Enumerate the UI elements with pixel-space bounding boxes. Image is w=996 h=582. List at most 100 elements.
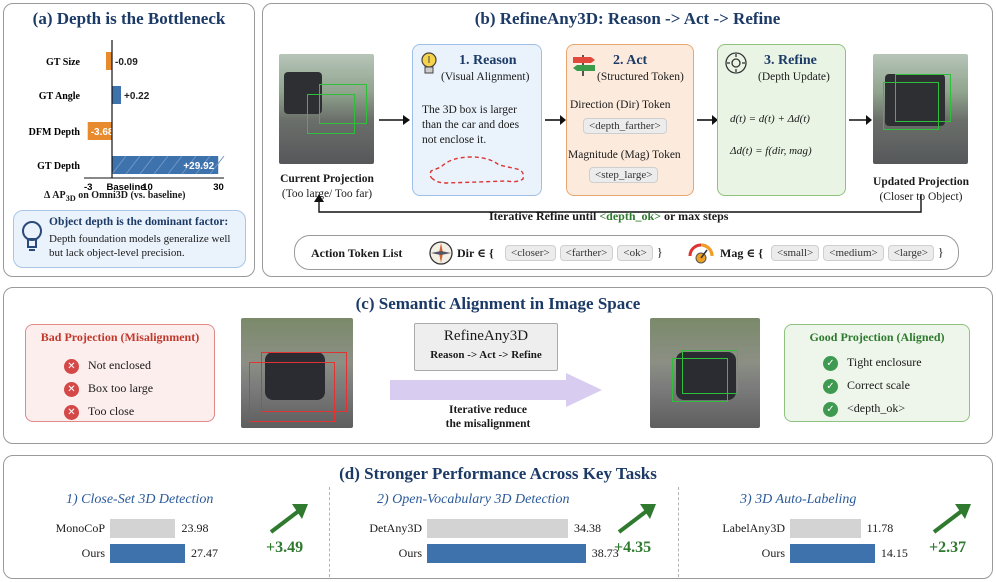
dir-token-label: Direction (Dir) Token	[570, 99, 671, 111]
good-item-text: Correct scale	[847, 378, 910, 392]
arrow-right-icon	[379, 115, 410, 125]
dir-set-label: Dir ∈ {	[457, 246, 494, 260]
reason-step-box: 1. Reason (Visual Alignment) The 3D box …	[412, 44, 542, 196]
refine-step-box: 3. Refine (Depth Update) d(t) = d(t) + Δ…	[717, 44, 846, 196]
current-projection-image	[279, 54, 374, 164]
bad-projection-image	[241, 318, 353, 428]
gear-cycle-icon	[725, 52, 747, 74]
car-outline-icon	[429, 156, 525, 184]
panel-c-title: (c) Semantic Alignment in Image Space	[355, 294, 641, 313]
depth-row-label: GT Size	[46, 57, 81, 68]
chart-subtitle: 3) 3D Auto-Labeling	[740, 492, 857, 507]
act-sub: (Structured Token)	[597, 71, 684, 83]
bar-value-label: 34.38	[573, 521, 601, 535]
signpost-icon	[573, 55, 595, 76]
x-circle-icon: ✕	[64, 381, 79, 397]
dir-token-closer: <closer>	[505, 245, 556, 261]
refine-sub: (Depth Update)	[758, 71, 830, 83]
x-circle-icon: ✕	[64, 358, 79, 374]
gain-label: +4.35	[614, 539, 652, 556]
depth-note-box: Object depth is the dominant factor: Dep…	[13, 210, 246, 268]
mag-token-chips: <small> <medium> <large> }	[771, 243, 944, 261]
refine-title: 3. Refine	[764, 53, 817, 68]
bar-category-label: MonoCoP	[55, 521, 105, 535]
dir-token-farther: <farther>	[559, 245, 614, 261]
performance-bar	[110, 519, 176, 538]
depth-row-label: GT Depth	[37, 161, 80, 172]
reason-sub: (Visual Alignment)	[441, 71, 530, 83]
bar-category-label: Ours	[81, 546, 105, 560]
panel-d: (d) Stronger Performance Across Key Task…	[3, 455, 993, 579]
compass-icon	[429, 241, 453, 265]
mag-token-label: Magnitude (Mag) Token	[568, 149, 681, 161]
lightbulb-icon	[421, 52, 437, 74]
bar-category-label: LabelAny3D	[722, 521, 785, 535]
lightbulb-icon	[22, 221, 42, 251]
dir-close-brace: }	[656, 245, 663, 259]
mag-close-brace: }	[937, 245, 944, 259]
loop-caption: Iterative Refine until <depth_ok> or max…	[489, 209, 728, 224]
performance-bar	[110, 544, 185, 563]
divider	[329, 487, 330, 577]
bad-item-text: Too close	[88, 404, 135, 418]
good-projection-title: Good Projection (Aligned)	[809, 330, 945, 344]
depth-chart-xlabel: Δ AP3D on Omni3D (vs. baseline)	[44, 190, 186, 203]
act-step-box: 2. Act (Structured Token) Direction (Dir…	[566, 44, 694, 196]
refineany3d-title: RefineAny3D	[443, 328, 529, 344]
panel-a-title: (a) Depth is the Bottleneck	[32, 9, 226, 28]
bad-item-1: ✕ Not enclosed	[64, 358, 151, 374]
chart-subtitle: 1) Close-Set 3D Detection	[66, 492, 214, 507]
arrow-right-icon	[697, 115, 718, 125]
bar-value-label: 14.15	[880, 546, 908, 560]
bar-category-label: Ours	[761, 546, 785, 560]
depth-value-label: -3.68	[91, 127, 114, 138]
gauge-gear-icon	[688, 243, 714, 264]
mag-token-medium: <medium>	[823, 245, 884, 261]
check-circle-icon: ✓	[823, 378, 838, 394]
arrow-caption-1: Iterative reduce	[448, 404, 528, 416]
depth-value-label: +29.92	[183, 161, 214, 172]
depth-row-label: GT Angle	[39, 91, 81, 102]
good-item-text: <depth_ok>	[847, 401, 906, 415]
bad-item-text: Box too large	[88, 381, 154, 395]
mag-token-large: <large>	[887, 245, 934, 261]
depth-bar	[106, 52, 112, 70]
depth-bar	[112, 86, 121, 104]
action-token-list: Action Token List Dir ∈ { <closer> <fart…	[294, 235, 959, 270]
bar-value-label: 23.98	[181, 521, 209, 535]
note-title: Object depth is the dominant factor:	[49, 216, 229, 228]
bad-item-3: ✕ Too close	[64, 404, 134, 420]
refineany3d-sub: Reason -> Act -> Refine	[430, 349, 542, 361]
panel-b: (b) RefineAny3D: Reason -> Act -> Refine…	[262, 3, 993, 277]
divider	[678, 487, 679, 577]
good-item-text: Tight enclosure	[847, 355, 922, 369]
performance-bar	[427, 544, 586, 563]
panel-a: (a) Depth is the Bottleneck GT Size -0.09…	[3, 3, 255, 277]
check-circle-icon: ✓	[823, 401, 838, 417]
arrow-right-icon	[849, 115, 872, 125]
token-list-label: Action Token List	[311, 246, 403, 260]
good-projection-box: Good Projection (Aligned) ✓ Tight enclosu…	[784, 324, 970, 422]
good-item-1: ✓ Tight enclosure	[823, 355, 922, 371]
depth-value-label: +0.22	[124, 91, 150, 102]
arrow-caption-2: the misalignment	[445, 418, 531, 430]
bad-projection-box: Bad Projection (Misalignment) ✕ Not enclo…	[25, 324, 215, 422]
iterative-arrow	[390, 373, 602, 407]
depth-value-label: -0.09	[115, 57, 138, 68]
bar-category-label: DetAny3D	[369, 521, 422, 535]
chart-subtitle: 2) Open-Vocabulary 3D Detection	[377, 492, 570, 507]
axis-tick-label: 30	[213, 182, 224, 193]
good-item-2: ✓ Correct scale	[823, 378, 910, 394]
trend-up-arrow-icon	[617, 504, 656, 534]
good-projection-image	[650, 318, 760, 428]
panel-c: (c) Semantic Alignment in Image Space Ba…	[3, 287, 993, 444]
current-projection-label: Current Projection	[280, 173, 374, 185]
reason-text: The 3D box is larger than the car and do…	[422, 104, 520, 146]
performance-bar	[790, 519, 861, 538]
performance-bar	[790, 544, 875, 563]
check-circle-icon: ✓	[823, 355, 838, 371]
bar-value-label: 27.47	[190, 546, 218, 560]
trend-up-arrow-icon	[269, 504, 308, 534]
arrow-right-icon	[545, 115, 566, 125]
bar-value-label: 11.78	[866, 521, 894, 535]
